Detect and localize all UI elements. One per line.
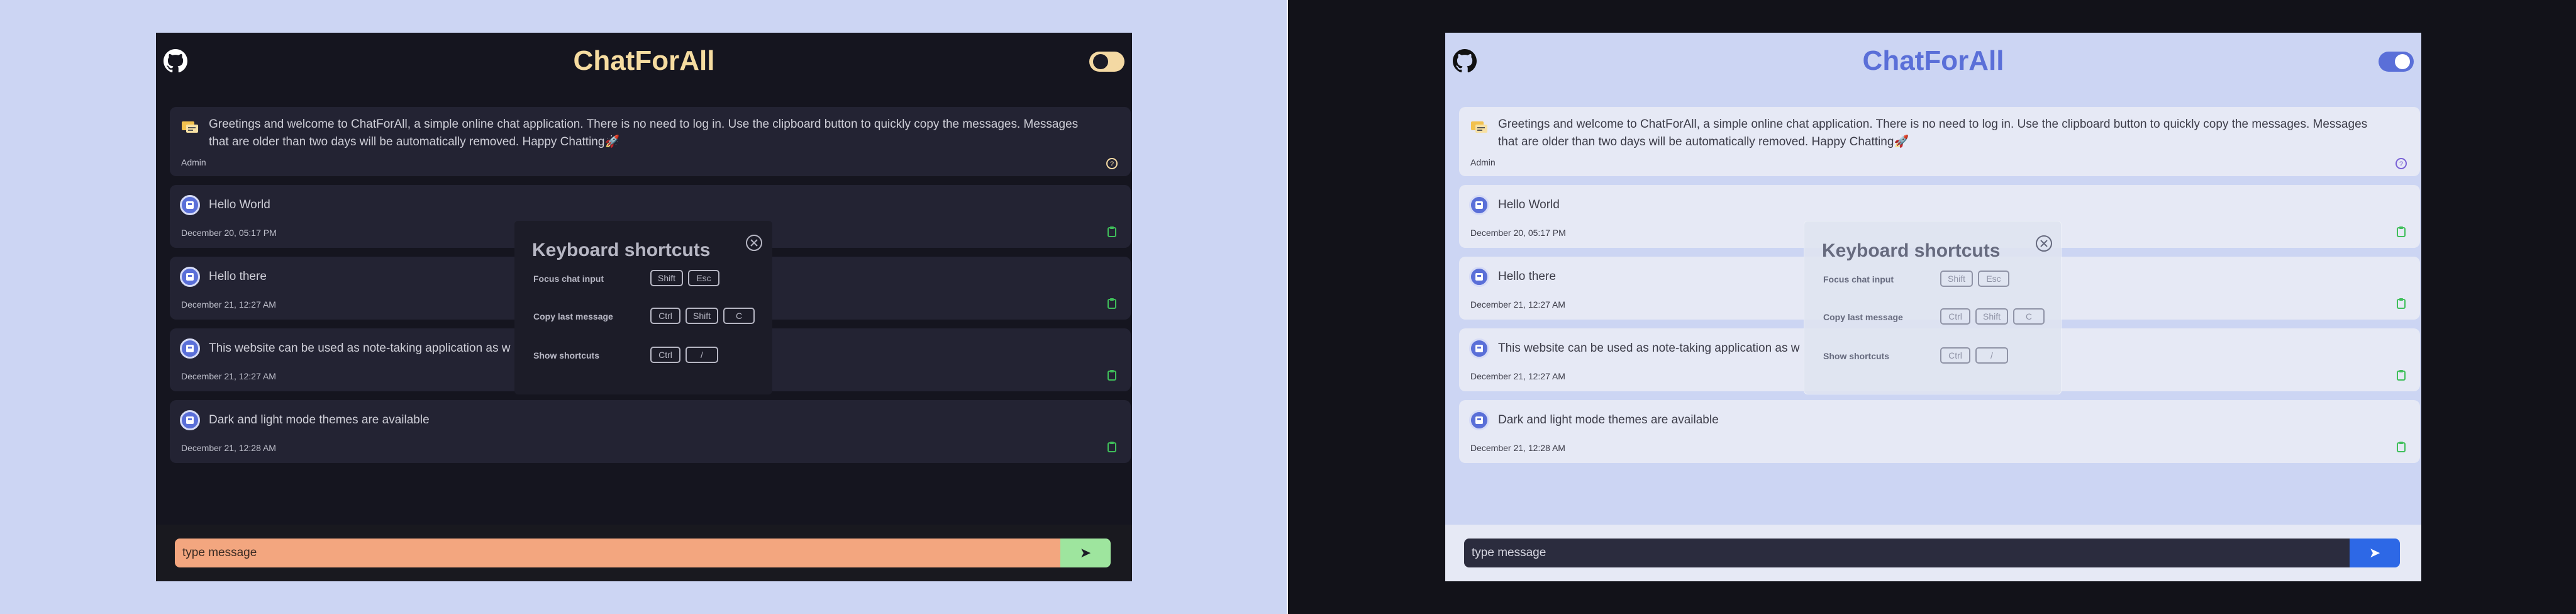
theme-toggle-knob (2395, 54, 2410, 69)
send-button[interactable]: ➤ (1060, 539, 1111, 567)
message-text: Dark and light mode themes are available (1498, 413, 1719, 427)
key-badge: Shift (686, 308, 718, 324)
shortcut-label: Focus chat input (1823, 274, 1894, 284)
message-card: Dark and light mode themes are available… (1459, 400, 2420, 463)
shortcut-label: Copy last message (533, 311, 613, 321)
message-text: Greetings and welcome to ChatForAll, a s… (209, 118, 1079, 148)
message-text: Dark and light mode themes are available (209, 413, 430, 427)
key-badge: Shift (1975, 308, 2008, 325)
key-badge: Ctrl (1940, 347, 1970, 364)
message-meta: December 21, 12:27 AM (181, 299, 276, 310)
key-badge: Shift (650, 270, 683, 286)
message-meta: December 21, 12:28 AM (181, 443, 276, 453)
user-icon (180, 338, 200, 359)
help-icon[interactable]: ? (1106, 157, 1118, 170)
help-icon[interactable]: ? (2395, 157, 2407, 170)
chat-bubble-icon (182, 121, 198, 133)
user-icon (1469, 410, 1489, 430)
user-icon (180, 410, 200, 430)
app-title: ChatForAll (573, 45, 715, 76)
right-panel: ChatForAll Greetings and welcome to Chat… (1288, 0, 2576, 614)
svg-text:?: ? (2399, 160, 2403, 168)
header: ChatForAll (1445, 33, 2421, 93)
message-card-admin: Greetings and welcome to ChatForAll, a s… (170, 107, 1131, 176)
send-button[interactable]: ➤ (2350, 539, 2400, 567)
shortcut-label: Show shortcuts (533, 350, 600, 360)
close-icon[interactable] (745, 233, 763, 252)
header: ChatForAll (156, 33, 1132, 93)
close-icon[interactable] (2035, 234, 2053, 253)
key-badge: C (723, 308, 755, 324)
shortcut-label: Focus chat input (533, 274, 604, 284)
left-panel: ChatForAll Greetings and welcome to Chat… (0, 0, 1288, 614)
message-meta: December 20, 05:17 PM (181, 228, 277, 238)
input-wrapper: ➤ (1464, 539, 2400, 567)
key-badge: Ctrl (650, 347, 680, 363)
input-wrapper: ➤ (175, 539, 1111, 567)
key-badge: Ctrl (1940, 308, 1970, 325)
key-badge: C (2013, 308, 2045, 325)
modal-title: Keyboard shortcuts (532, 240, 711, 260)
message-card-admin: Greetings and welcome to ChatForAll, a s… (1459, 107, 2420, 176)
chat-bubble-icon (1471, 121, 1487, 133)
clipboard-icon[interactable] (2395, 440, 2407, 453)
chat-input[interactable] (1464, 539, 2350, 567)
send-icon: ➤ (1079, 545, 1092, 561)
theme-toggle[interactable] (2379, 52, 2414, 72)
message-text: Greetings and welcome to ChatForAll, a s… (1498, 118, 2368, 148)
key-badge: Esc (1978, 271, 2009, 287)
keyboard-shortcuts-modal: Keyboard shortcuts Focus chat input Shif… (514, 221, 772, 394)
user-icon (1469, 195, 1489, 215)
theme-toggle-knob (1093, 54, 1108, 69)
shortcut-label: Copy last message (1823, 312, 1903, 322)
message-meta: Admin (1470, 157, 1496, 167)
clipboard-icon[interactable] (2395, 225, 2407, 238)
message-meta: December 20, 05:17 PM (1470, 228, 1566, 238)
clipboard-icon[interactable] (1106, 440, 1118, 453)
clipboard-icon[interactable] (1106, 369, 1118, 381)
key-badge: Esc (688, 270, 719, 286)
send-icon: ➤ (2368, 545, 2381, 561)
user-icon (180, 195, 200, 215)
message-text: Hello World (209, 198, 270, 211)
chat-input[interactable] (175, 539, 1060, 567)
message-text: Hello World (1498, 198, 1560, 211)
message-meta: December 21, 12:27 AM (1470, 371, 1565, 381)
clipboard-icon[interactable] (2395, 297, 2407, 310)
message-composer: ➤ (156, 525, 1132, 581)
clipboard-icon[interactable] (2395, 369, 2407, 381)
message-card: Dark and light mode themes are available… (170, 400, 1131, 463)
key-badge: / (686, 347, 718, 363)
user-icon (1469, 338, 1489, 359)
clipboard-icon[interactable] (1106, 225, 1118, 238)
user-icon (1469, 267, 1489, 287)
key-badge: Ctrl (650, 308, 680, 324)
theme-toggle[interactable] (1089, 52, 1124, 72)
message-meta: December 21, 12:27 AM (181, 371, 276, 381)
chat-app-light: ChatForAll Greetings and welcome to Chat… (1445, 33, 2421, 581)
chat-app-dark: ChatForAll Greetings and welcome to Chat… (156, 33, 1132, 581)
keyboard-shortcuts-modal: Keyboard shortcuts Focus chat input Shif… (1804, 221, 2062, 394)
message-meta: Admin (181, 157, 206, 167)
clipboard-icon[interactable] (1106, 297, 1118, 310)
modal-title: Keyboard shortcuts (1822, 240, 2001, 261)
key-badge: / (1975, 347, 2008, 364)
shortcut-label: Show shortcuts (1823, 351, 1890, 361)
key-badge: Shift (1940, 271, 1973, 287)
message-composer: ➤ (1445, 525, 2421, 581)
svg-text:?: ? (1110, 160, 1114, 168)
message-meta: December 21, 12:28 AM (1470, 443, 1565, 453)
message-meta: December 21, 12:27 AM (1470, 299, 1565, 310)
app-title: ChatForAll (1862, 45, 2004, 76)
user-icon (180, 267, 200, 287)
